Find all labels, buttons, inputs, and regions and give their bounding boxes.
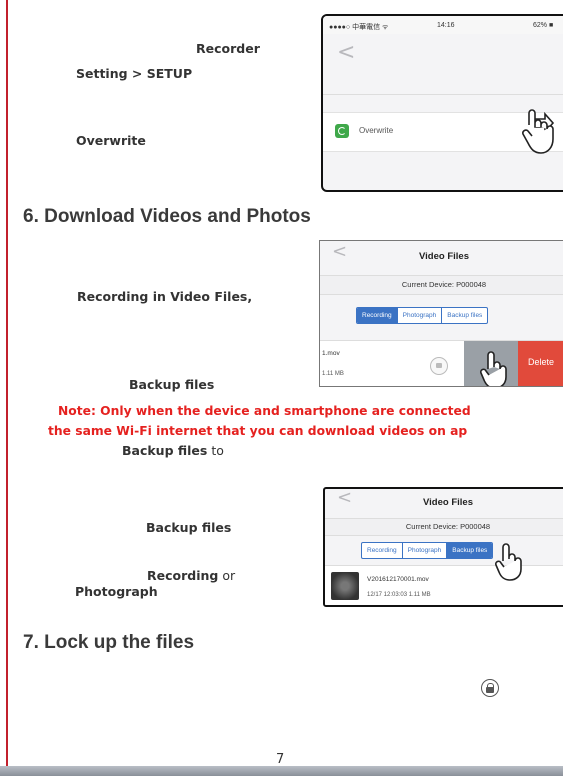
section-6-heading: 6. Download Videos and Photos (23, 206, 311, 227)
setting-setup-text: Setting > SETUP (76, 66, 193, 81)
divider (323, 94, 563, 95)
recorder-text: Recorder (196, 41, 260, 56)
overwrite-row-label: Overwrite (359, 126, 394, 135)
section-7-heading: 7. Lock up the files (23, 632, 195, 653)
file-name: V201612170001.mov (367, 576, 429, 583)
recording-bold: Recording (147, 568, 219, 583)
current-device-label: Current Device: P000048 (325, 518, 563, 536)
note-line-2: the same Wi-Fi internet that you can dow… (48, 424, 468, 438)
tab-backup-files[interactable]: Backup files (447, 543, 493, 558)
backup-files-text-1: Backup files (129, 377, 215, 392)
video-thumbnail (331, 572, 359, 600)
page-number: 7 (276, 752, 285, 767)
tap-hand-icon (495, 543, 522, 581)
back-chevron-icon[interactable]: < (337, 42, 355, 64)
status-time: 14:16 (437, 22, 455, 29)
overwrite-text: Overwrite (76, 133, 146, 148)
settings-screenshot: ●●●●○ 中華電信 ᯤ 14:16 62% ■ < Overwrite (321, 14, 563, 192)
note-line-1: Note: Only when the device and smartphon… (58, 404, 471, 418)
or-text: or (218, 568, 236, 583)
video-files-title: Video Files (419, 251, 469, 262)
file-name: 1.mov (322, 350, 340, 357)
tap-arrow-hand-icon (522, 109, 555, 154)
tab-recording[interactable]: Recording (362, 543, 403, 558)
backup-files-text-2: Backup files (146, 520, 232, 535)
margin-rule (6, 0, 8, 766)
recording-video-files-text: Recording in Video Files, (77, 289, 253, 304)
page-footer-bar (0, 766, 563, 776)
overwrite-toggle-icon[interactable] (335, 124, 349, 138)
tap-hand-icon (480, 351, 507, 386)
backup-files-to-text: Backup files to (122, 443, 224, 458)
file-list-item[interactable]: V201612170001.mov 12/17 12:03:03 1.11 MB (325, 565, 563, 605)
video-files-screenshot-2: < Video Files Current Device: P000048 Re… (323, 487, 563, 607)
lock-icon[interactable] (430, 357, 448, 375)
file-type-tabs: Recording Photograph Backup files (361, 542, 494, 559)
tab-photograph[interactable]: Photograph (403, 543, 448, 558)
current-device-label: Current Device: P000048 (320, 275, 563, 295)
tab-recording[interactable]: Recording (357, 308, 398, 323)
to-text: to (207, 443, 224, 458)
video-files-screenshot-1: < Video Files Current Device: P000048 Re… (319, 240, 563, 387)
status-bar: ●●●●○ 中華電信 ᯤ 14:16 62% ■ (323, 16, 563, 34)
file-size: 1.11 MB (322, 371, 344, 377)
tab-photograph[interactable]: Photograph (398, 308, 443, 323)
recording-or-text: Recording or (147, 568, 235, 583)
lock-body (485, 687, 494, 693)
tab-backup-files[interactable]: Backup files (442, 308, 487, 323)
file-type-tabs: Recording Photograph Backup files (356, 307, 489, 324)
delete-label: Delete (528, 357, 555, 367)
backup-files-bold: Backup files (122, 443, 208, 458)
lock-icon (481, 679, 499, 697)
overwrite-row[interactable]: Overwrite (323, 109, 563, 154)
file-list-item[interactable]: 1.mov 1.11 MB Delete (320, 340, 563, 386)
video-files-title: Video Files (423, 497, 473, 508)
delete-button[interactable]: Delete (518, 341, 563, 386)
status-carrier: ●●●●○ 中華電信 ᯤ (329, 24, 389, 31)
file-meta: 12/17 12:03:03 1.11 MB (367, 592, 431, 598)
status-battery: 62% ■ (533, 22, 554, 29)
photograph-text: Photograph (75, 584, 158, 599)
